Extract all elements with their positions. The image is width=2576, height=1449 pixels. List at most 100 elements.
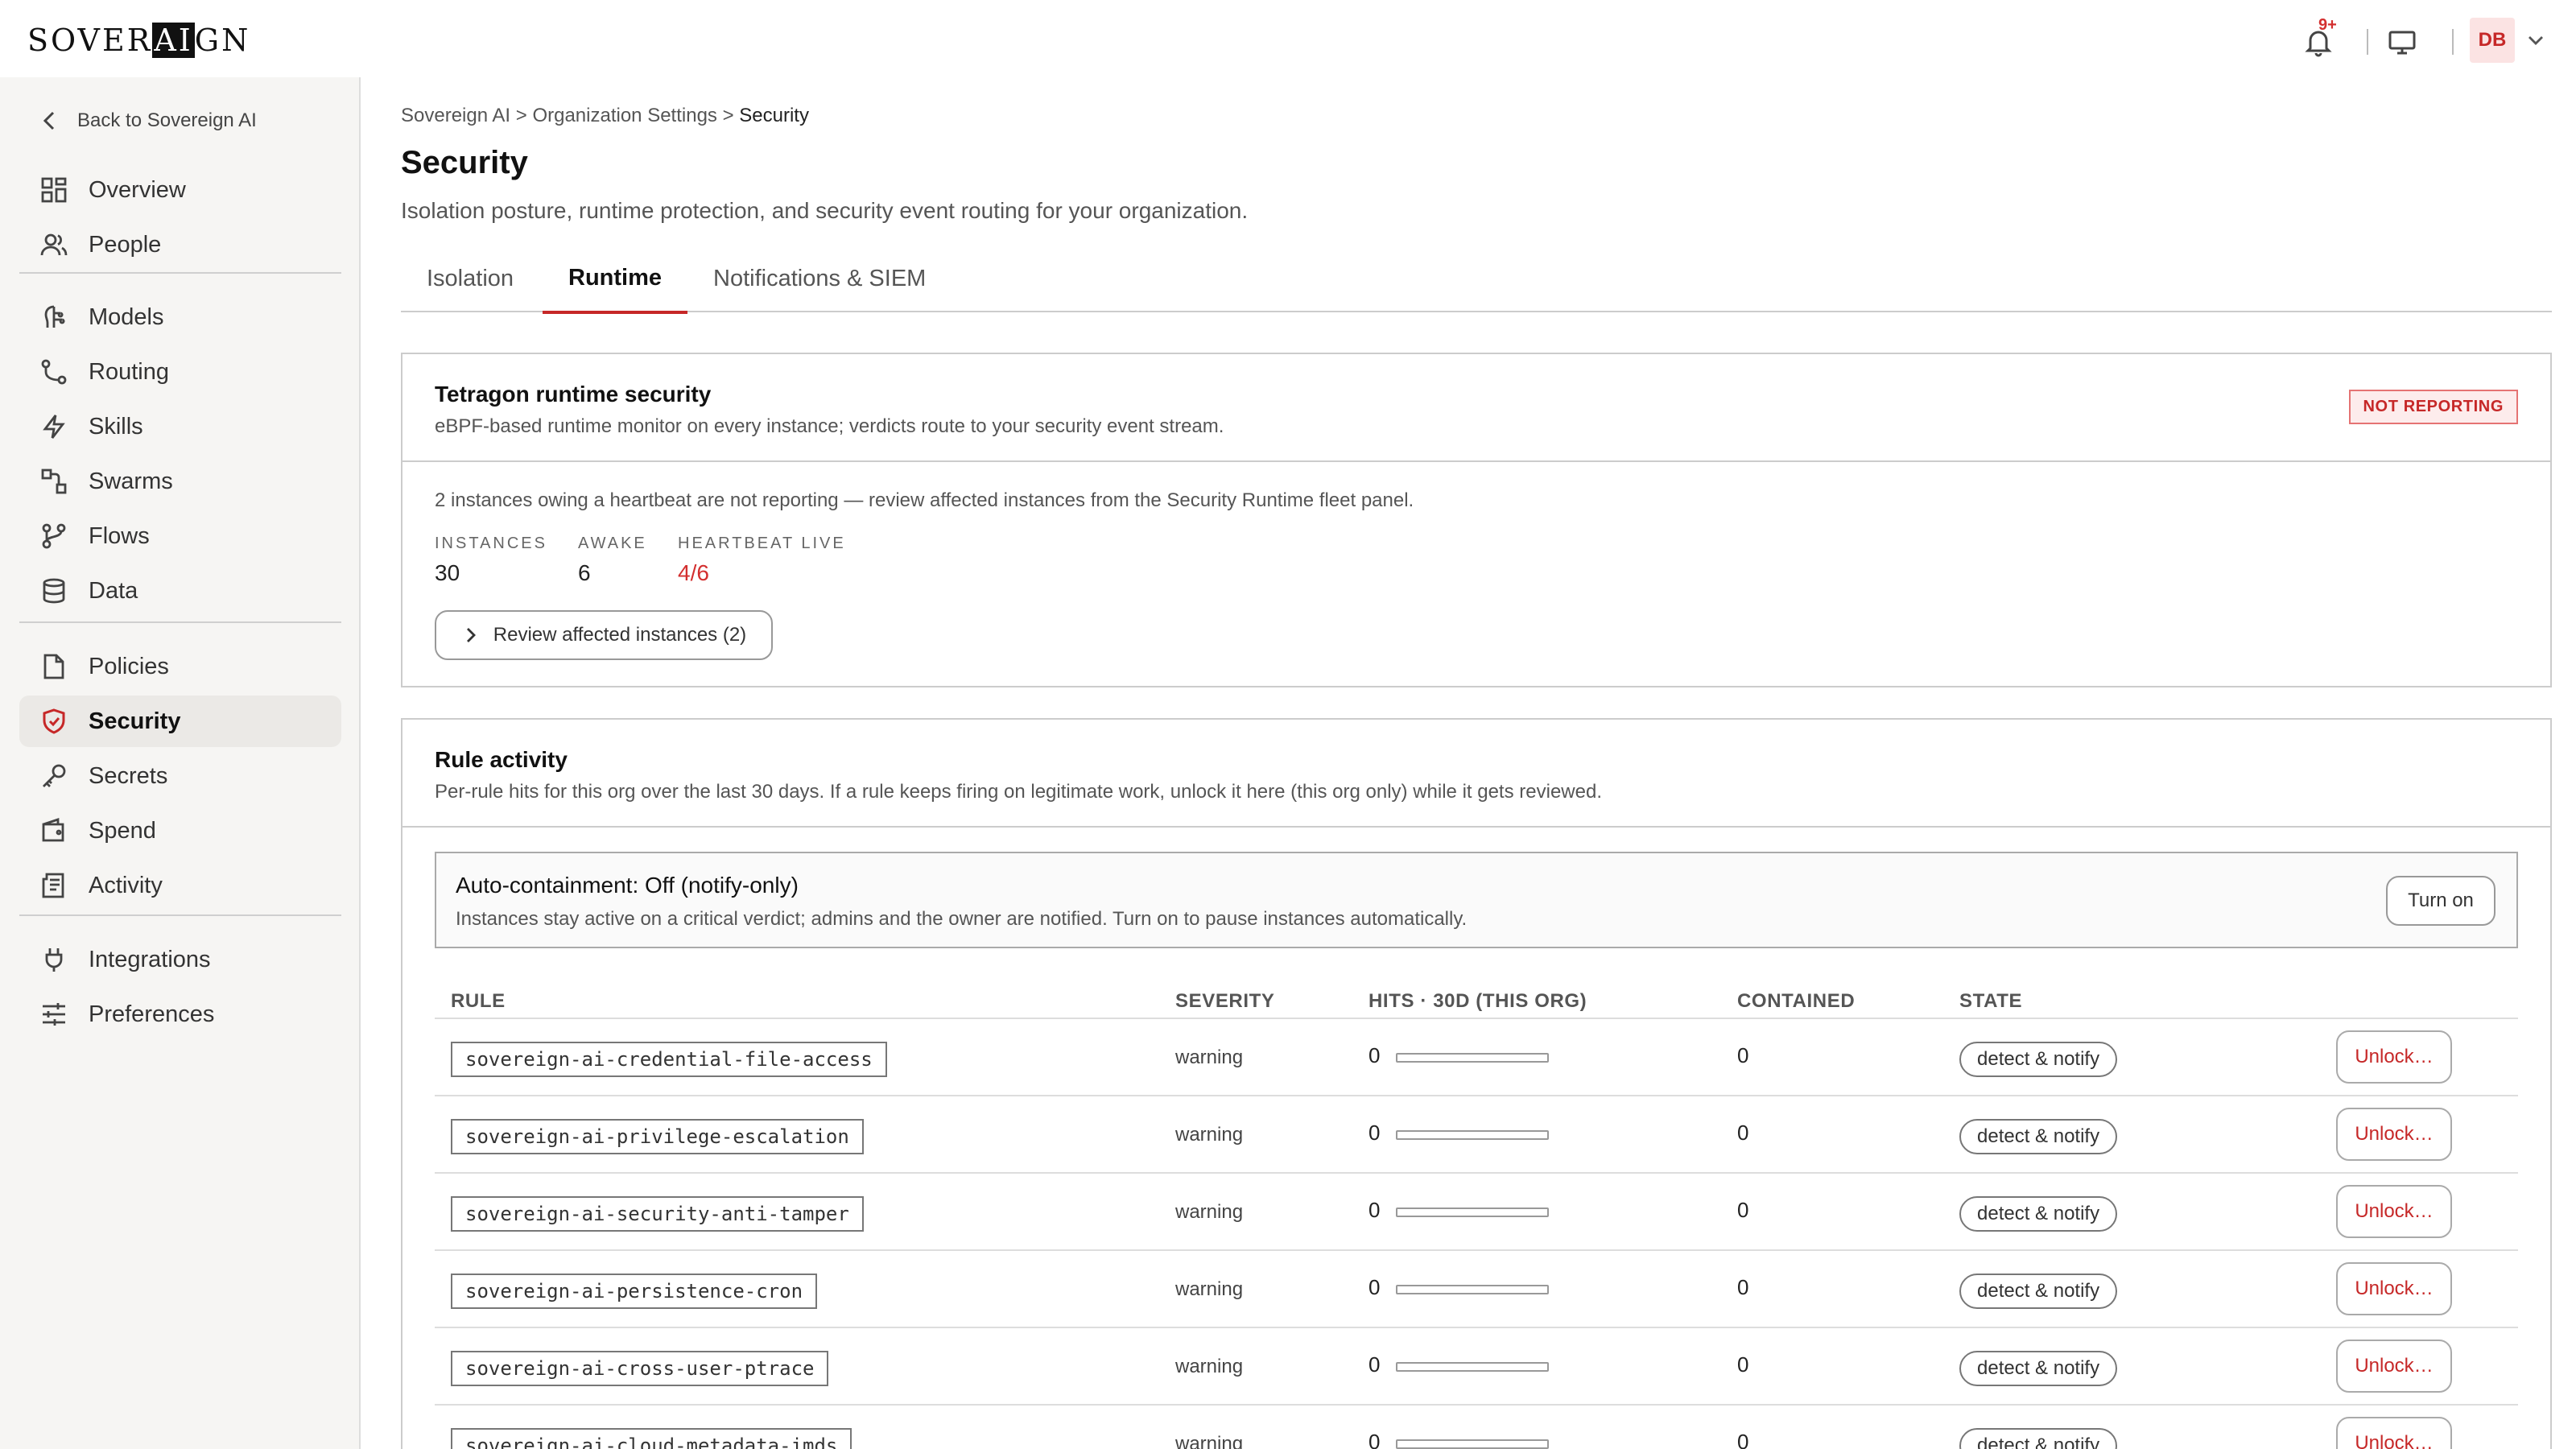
table-row: sovereign-ai-cloud-metadata-imds warning… <box>435 1404 2518 1449</box>
contained-count: 0 <box>1737 1352 1749 1377</box>
containment-title: Auto-containment: Off (notify-only) <box>456 873 799 898</box>
monitor-icon[interactable] <box>2386 26 2418 58</box>
back-link[interactable]: Back to Sovereign AI <box>39 109 257 132</box>
state-pill: detect & notify <box>1959 1119 2118 1154</box>
state-pill: detect & notify <box>1959 1428 2118 1449</box>
hits-count: 0 <box>1368 1198 1381 1222</box>
containment-description: Instances stay active on a critical verd… <box>456 908 1468 930</box>
turn-on-button[interactable]: Turn on <box>2386 876 2496 926</box>
breadcrumb-current: Security <box>739 105 809 126</box>
unlock-button[interactable]: Unlock… <box>2336 1262 2452 1315</box>
card-description: eBPF-based runtime monitor on every inst… <box>435 415 1224 437</box>
hits-count: 0 <box>1368 1352 1381 1377</box>
rule-name: sovereign-ai-persistence-cron <box>451 1274 818 1309</box>
logo[interactable]: SOVER AI GN <box>27 23 250 58</box>
hits-bar <box>1396 1362 1549 1372</box>
sidebar-item-label: Models <box>89 303 164 330</box>
chevron-right-icon <box>466 628 476 642</box>
rule-name: sovereign-ai-cloud-metadata-imds <box>451 1428 852 1449</box>
sidebar-item-integrations[interactable]: Integrations <box>19 934 341 985</box>
button-label: Review affected instances (2) <box>493 624 747 646</box>
sidebar-item-models[interactable]: Models <box>19 291 341 343</box>
unlock-button[interactable]: Unlock… <box>2336 1108 2452 1161</box>
database-icon <box>43 578 65 604</box>
unlock-button[interactable]: Unlock… <box>2336 1417 2452 1449</box>
divider <box>19 621 341 623</box>
page-title: Security <box>401 145 528 180</box>
column-header-contained: CONTAINED <box>1737 990 1856 1012</box>
hits-count: 0 <box>1368 1043 1381 1067</box>
table-row: sovereign-ai-credential-file-access warn… <box>435 1018 2518 1095</box>
card-header: Rule activity Per-rule hits for this org… <box>402 720 2550 828</box>
wallet-icon <box>42 818 64 842</box>
state-pill: detect & notify <box>1959 1196 2118 1232</box>
review-instances-button[interactable]: Review affected instances (2) <box>435 610 773 660</box>
severity: warning <box>1175 1433 1244 1449</box>
tab-isolation[interactable]: Isolation <box>401 245 539 312</box>
status-badge: NOT REPORTING <box>2348 390 2518 424</box>
ledger-icon <box>42 873 64 898</box>
sidebar-item-data[interactable]: Data <box>19 565 341 617</box>
breadcrumb-separator: > <box>515 105 527 126</box>
stat-label: HEARTBEAT LIVE <box>678 535 846 552</box>
stat-label: AWAKE <box>578 535 647 552</box>
breadcrumb-item[interactable]: Organization Settings <box>532 105 716 126</box>
sidebar-item-label: Preferences <box>89 1001 215 1027</box>
main-content: Sovereign AI > Organization Settings > S… <box>362 77 2576 1449</box>
table-row: sovereign-ai-persistence-cron warning 0 … <box>435 1249 2518 1327</box>
sidebar-item-secrets[interactable]: Secrets <box>19 750 341 802</box>
lightning-icon <box>43 415 65 439</box>
sidebar-item-label: Policies <box>89 653 169 679</box>
rule-name: sovereign-ai-cross-user-ptrace <box>451 1351 829 1386</box>
card-header: Tetragon runtime security eBPF-based run… <box>402 354 2550 462</box>
column-header-hits: HITS · 30D (THIS ORG) <box>1368 990 1587 1012</box>
sidebar-item-label: Swarms <box>89 468 173 494</box>
brain-icon <box>44 305 65 328</box>
contained-count: 0 <box>1737 1198 1749 1222</box>
chevron-down-icon[interactable] <box>2526 32 2545 48</box>
sidebar-item-label: Integrations <box>89 946 211 972</box>
breadcrumb-item[interactable]: Sovereign AI <box>401 105 510 126</box>
divider <box>2367 29 2368 55</box>
top-bar: SOVER AI GN 9+ DB <box>0 0 2576 77</box>
severity: warning <box>1175 1046 1244 1068</box>
breadcrumb: Sovereign AI > Organization Settings > S… <box>401 105 809 127</box>
shield-icon <box>43 708 65 734</box>
sidebar-item-skills[interactable]: Skills <box>19 401 341 452</box>
sidebar-item-spend[interactable]: Spend <box>19 805 341 857</box>
sidebar-item-activity[interactable]: Activity <box>19 860 341 911</box>
state-pill: detect & notify <box>1959 1351 2118 1386</box>
state-pill: detect & notify <box>1959 1274 2118 1309</box>
sidebar-item-preferences[interactable]: Preferences <box>19 989 341 1040</box>
card-description: Per-rule hits for this org over the last… <box>435 781 1602 803</box>
key-icon <box>43 764 66 787</box>
nodes-icon <box>41 469 67 494</box>
sidebar-item-swarms[interactable]: Swarms <box>19 456 341 507</box>
tab-notifications-siem[interactable]: Notifications & SIEM <box>687 245 952 312</box>
sidebar-item-label: Flows <box>89 522 150 549</box>
unlock-button[interactable]: Unlock… <box>2336 1185 2452 1238</box>
severity: warning <box>1175 1356 1244 1377</box>
hits-bar <box>1396 1130 1549 1140</box>
divider <box>2452 29 2454 55</box>
hits-count: 0 <box>1368 1121 1381 1145</box>
tab-runtime[interactable]: Runtime <box>543 245 687 314</box>
avatar[interactable]: DB <box>2470 18 2515 63</box>
sidebar-item-routing[interactable]: Routing <box>19 346 341 398</box>
hits-count: 0 <box>1368 1430 1381 1449</box>
contained-count: 0 <box>1737 1430 1749 1449</box>
rule-name: sovereign-ai-security-anti-tamper <box>451 1196 864 1232</box>
contained-count: 0 <box>1737 1275 1749 1299</box>
sidebar-item-policies[interactable]: Policies <box>19 641 341 692</box>
auto-containment-panel: Auto-containment: Off (notify-only) Inst… <box>435 852 2518 948</box>
sidebar-item-security[interactable]: Security <box>19 696 341 747</box>
sidebar-item-overview[interactable]: Overview <box>19 164 341 216</box>
sidebar-item-label: Secrets <box>89 762 168 789</box>
document-icon <box>43 654 64 679</box>
hits-bar <box>1396 1439 1549 1449</box>
unlock-button[interactable]: Unlock… <box>2336 1030 2452 1084</box>
heartbeat-warning: 2 instances owing a heartbeat are not re… <box>435 489 1414 511</box>
sidebar-item-flows[interactable]: Flows <box>19 510 341 562</box>
unlock-button[interactable]: Unlock… <box>2336 1340 2452 1393</box>
sidebar-item-people[interactable]: People <box>19 219 341 270</box>
